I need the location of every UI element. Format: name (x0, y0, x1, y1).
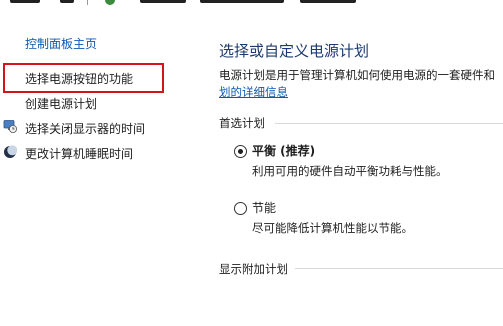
monitor-clock-icon (3, 120, 17, 133)
balanced-plan-radio[interactable] (234, 145, 247, 158)
group-divider (275, 123, 503, 124)
control-panel-home-link[interactable]: 控制面板主页 (25, 35, 97, 52)
group-divider (295, 268, 503, 269)
balanced-plan-description: 利用可用的硬件自动平衡功耗与性能。 (252, 164, 448, 178)
preferred-plans-label: 首选计划 (219, 115, 271, 131)
page-description: 电源计划是用于管理计算机如何使用电源的一套硬件和 (219, 68, 495, 82)
left-nav-pane: 控制面板主页 选择电源按钮的功能 创建电源计划 选择关闭显示器的时间 更改计算机… (0, 0, 200, 326)
power-saver-plan-radio[interactable] (234, 202, 247, 215)
main-content: 选择或自定义电源计划 电源计划是用于管理计算机如何使用电源的一套硬件和 划的详细… (215, 0, 503, 326)
balanced-plan-name[interactable]: 平衡 (推荐) (252, 142, 315, 159)
show-additional-plans-toggle[interactable]: 显示附加计划 (219, 261, 294, 277)
details-link[interactable]: 划的详细信息 (219, 84, 288, 100)
sidebar-item-create-plan[interactable]: 创建电源计划 (25, 95, 97, 112)
power-saver-plan-description: 尽可能降低计算机性能以节能。 (252, 221, 413, 235)
page-title: 选择或自定义电源计划 (219, 42, 370, 60)
sidebar-item-power-button[interactable]: 选择电源按钮的功能 (25, 70, 133, 87)
moon-icon (4, 145, 17, 158)
sidebar-item-sleep[interactable]: 更改计算机睡眠时间 (25, 145, 133, 162)
power-saver-plan-name[interactable]: 节能 (252, 199, 276, 216)
sidebar-item-display-off[interactable]: 选择关闭显示器的时间 (25, 120, 145, 137)
